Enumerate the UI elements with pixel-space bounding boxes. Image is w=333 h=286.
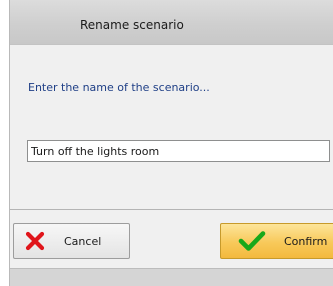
close-x-icon xyxy=(24,230,46,252)
rename-scenario-dialog: Rename scenario Enter the name of the sc… xyxy=(9,0,333,286)
prompt-text: Enter the name of the scenario... xyxy=(28,81,210,94)
cancel-button-label: Cancel xyxy=(64,234,102,248)
check-icon xyxy=(238,230,266,252)
confirm-button[interactable]: Confirm xyxy=(220,223,333,259)
scenario-name-input[interactable] xyxy=(27,140,330,162)
page: Rename scenario Enter the name of the sc… xyxy=(0,0,333,286)
dialog-title: Rename scenario xyxy=(80,18,184,32)
cancel-button[interactable]: Cancel xyxy=(13,223,130,259)
footer-divider xyxy=(10,209,333,210)
dialog-bottom-border xyxy=(10,268,333,286)
confirm-button-label: Confirm xyxy=(284,234,328,248)
dialog-titlebar[interactable]: Rename scenario xyxy=(10,0,333,44)
titlebar-divider xyxy=(10,44,333,45)
